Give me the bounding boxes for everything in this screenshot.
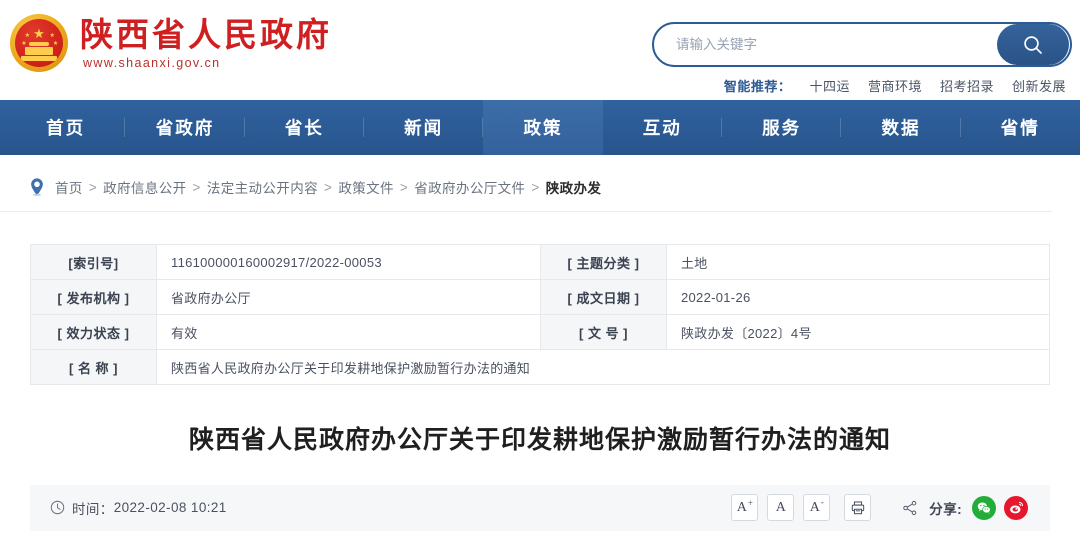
nav-item-news[interactable]: 新闻 [364,100,483,155]
document-info-table: [索引号] 116100000160002917/2022-00053 [ 主题… [30,244,1050,385]
breadcrumb-separator: > [531,180,539,195]
breadcrumb-list: 首页 > 政府信息公开 > 法定主动公开内容 > 政策文件 > 省政府办公厅文件… [55,177,601,197]
font-decrease-button[interactable]: A- [803,494,830,521]
meta-actions: A+ A A- [731,494,1028,521]
breadcrumb-separator: > [193,180,201,195]
weibo-share-icon[interactable] [1004,496,1028,520]
national-emblem-icon: ★ ★ ★ ★ ★ [10,14,68,72]
breadcrumb-item-3[interactable]: 政策文件 [338,177,394,197]
nav-item-data[interactable]: 数据 [841,100,960,155]
nav-item-home[interactable]: 首页 [6,100,125,155]
breadcrumb-separator: > [324,180,332,195]
breadcrumb-separator: > [400,180,408,195]
search-block: 智能推荐： 十四运 营商环境 招考招录 创新发展 [652,22,1072,95]
cell-index-number-value: 116100000160002917/2022-00053 [157,245,541,280]
main-navigation: 首页 省政府 省长 新闻 政策 互动 服务 数据 省情 [0,100,1080,155]
table-row: [索引号] 116100000160002917/2022-00053 [ 主题… [31,245,1050,280]
search-button[interactable] [997,24,1069,65]
time-value: 2022-02-08 10:21 [114,500,227,515]
font-increase-button[interactable]: A+ [731,494,758,521]
page-content: 首页 > 政府信息公开 > 法定主动公开内容 > 政策文件 > 省政府办公厅文件… [0,155,1080,531]
nav-item-policy[interactable]: 政策 [483,100,602,155]
breadcrumb-item-0[interactable]: 首页 [55,177,83,197]
breadcrumb-item-2[interactable]: 法定主动公开内容 [207,177,318,197]
search-bar[interactable] [652,22,1072,67]
font-normal-label: A [776,500,786,516]
printer-icon [850,500,866,516]
site-header: ★ ★ ★ ★ ★ 陕西省人民政府 www.shaanxi.gov.cn [0,0,1080,100]
recommend-tag-2[interactable]: 招考招录 [940,76,994,95]
wechat-share-icon[interactable] [972,496,996,520]
cell-issue-date-label: [ 成文日期 ] [541,280,667,315]
nav-item-province-info[interactable]: 省情 [961,100,1080,155]
breadcrumb-item-1[interactable]: 政府信息公开 [103,177,186,197]
cell-issuing-agency-value: 省政府办公厅 [157,280,541,315]
recommend-tag-1[interactable]: 营商环境 [868,76,922,95]
search-input[interactable] [654,37,997,52]
share-label: 分享: [929,498,962,518]
breadcrumb: 首页 > 政府信息公开 > 法定主动公开内容 > 政策文件 > 省政府办公厅文件… [0,155,1052,212]
cell-name-label: [ 名 称 ] [31,350,157,385]
cell-topic-category-label: [ 主题分类 ] [541,245,667,280]
table-row: [ 效力状态 ] 有效 [ 文 号 ] 陕政办发〔2022〕4号 [31,315,1050,350]
share-node-icon [902,500,918,516]
site-brand[interactable]: ★ ★ ★ ★ ★ 陕西省人民政府 www.shaanxi.gov.cn [0,0,332,72]
cell-name-value: 陕西省人民政府办公厅关于印发耕地保护激励暂行办法的通知 [157,350,1050,385]
font-increase-label: A [737,500,747,516]
nav-item-interaction[interactable]: 互动 [603,100,722,155]
clock-icon [50,500,65,515]
site-url: www.shaanxi.gov.cn [80,56,332,70]
recommend-tag-3[interactable]: 创新发展 [1012,76,1066,95]
font-decrease-sup: - [821,498,824,507]
table-row: [ 名 称 ] 陕西省人民政府办公厅关于印发耕地保护激励暂行办法的通知 [31,350,1050,385]
font-increase-sup: + [748,499,753,508]
site-title: 陕西省人民政府 [80,16,332,54]
cell-issue-date-value: 2022-01-26 [667,280,1050,315]
time-label: 时间： [72,498,114,518]
location-pin-icon [28,177,46,197]
cell-topic-category-value: 土地 [667,245,1050,280]
cell-issuing-agency-label: [ 发布机构 ] [31,280,157,315]
font-normal-button[interactable]: A [767,494,794,521]
cell-validity-status-value: 有效 [157,315,541,350]
document-title: 陕西省人民政府办公厅关于印发耕地保护激励暂行办法的通知 [0,385,1080,457]
breadcrumb-item-4[interactable]: 省政府办公厅文件 [414,177,525,197]
cell-validity-status-label: [ 效力状态 ] [31,315,157,350]
recommend-label: 智能推荐： [724,76,792,95]
document-meta-bar: 时间： 2022-02-08 10:21 A+ A A- [30,485,1050,531]
cell-document-number-label: [ 文 号 ] [541,315,667,350]
nav-item-provincial-government[interactable]: 省政府 [125,100,244,155]
share-group: 分享: [902,496,1028,520]
font-decrease-label: A [810,500,820,516]
nav-item-governor[interactable]: 省长 [245,100,364,155]
cell-document-number-value: 陕政办发〔2022〕4号 [667,315,1050,350]
print-button[interactable] [844,494,871,521]
breadcrumb-separator: > [89,180,97,195]
smart-recommend-row: 智能推荐： 十四运 营商环境 招考招录 创新发展 [652,76,1072,95]
table-row: [ 发布机构 ] 省政府办公厅 [ 成文日期 ] 2022-01-26 [31,280,1050,315]
cell-index-number-label: [索引号] [31,245,157,280]
nav-item-services[interactable]: 服务 [722,100,841,155]
breadcrumb-item-current: 陕政办发 [546,177,602,197]
publish-time: 时间： 2022-02-08 10:21 [50,498,227,518]
recommend-tag-0[interactable]: 十四运 [809,76,850,95]
search-icon [1021,33,1045,57]
